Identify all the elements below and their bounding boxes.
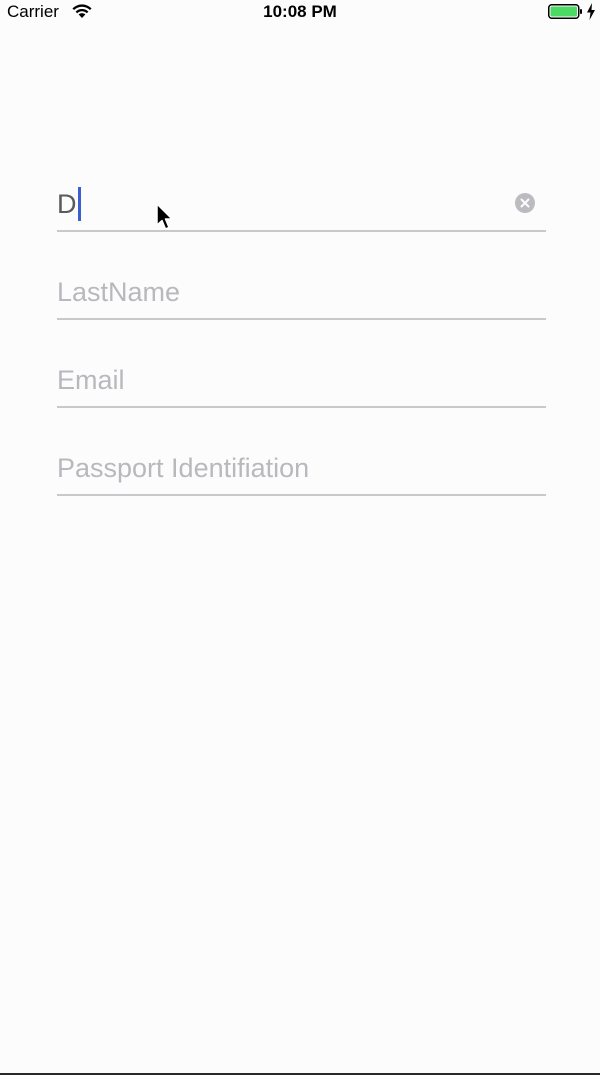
registration-form: D bbox=[57, 178, 546, 530]
mouse-pointer-icon bbox=[156, 203, 173, 230]
email-input[interactable] bbox=[57, 362, 497, 398]
first-name-field[interactable]: D bbox=[57, 178, 546, 232]
passport-field[interactable] bbox=[57, 442, 546, 496]
battery-icon bbox=[548, 4, 582, 19]
clear-circle-icon bbox=[520, 198, 530, 208]
clear-text-button[interactable] bbox=[515, 193, 535, 213]
passport-input[interactable] bbox=[57, 450, 497, 486]
last-name-field[interactable] bbox=[57, 266, 546, 320]
charging-icon bbox=[587, 3, 595, 20]
email-field[interactable] bbox=[57, 354, 546, 408]
status-time: 10:08 PM bbox=[263, 2, 337, 21]
last-name-input[interactable] bbox=[57, 274, 497, 310]
status-bar: Carrier 10:08 PM bbox=[0, 0, 600, 24]
first-name-input[interactable]: D bbox=[57, 186, 81, 222]
text-caret bbox=[77, 186, 81, 221]
first-name-value: D bbox=[57, 189, 77, 219]
